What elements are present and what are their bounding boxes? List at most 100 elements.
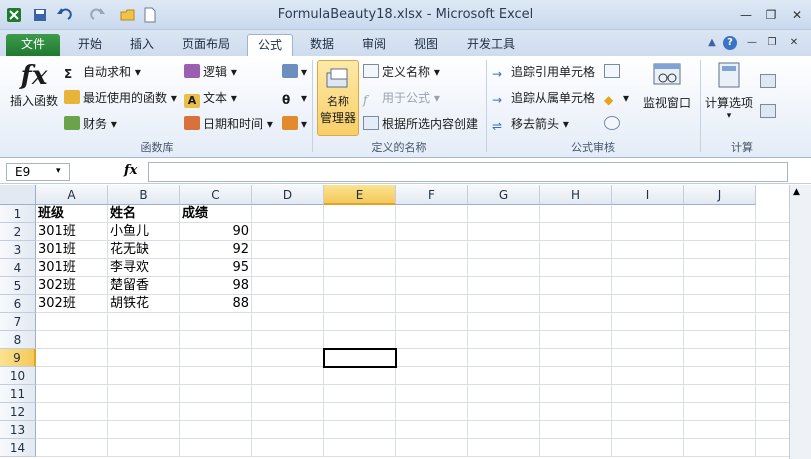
insert-function-icon[interactable]: fx: [124, 163, 137, 178]
group-separator: [700, 60, 701, 152]
cell-a3[interactable]: 301班: [36, 241, 108, 259]
row-header-5[interactable]: 5: [0, 277, 36, 295]
tab-formulas[interactable]: 公式: [247, 34, 293, 57]
row-header-12[interactable]: 12: [0, 403, 36, 421]
cell-b1[interactable]: 姓名: [108, 205, 180, 223]
cell-c2[interactable]: 90: [180, 223, 252, 241]
create-from-selection-label: 根据所选内容创建: [382, 117, 479, 131]
row-header-2[interactable]: 2: [0, 223, 36, 241]
cell-a1[interactable]: 班级: [36, 205, 108, 223]
more-functions-button[interactable]: ▾: [282, 114, 307, 134]
error-checking-button[interactable]: ◆ ▾: [604, 88, 629, 108]
tab-home[interactable]: 开始: [68, 34, 112, 56]
calculate-now-button[interactable]: [760, 72, 779, 92]
calc-options-label: 计算选项: [704, 96, 753, 110]
insert-function-button[interactable]: fx 插入函数: [8, 60, 60, 109]
column-header-d[interactable]: D: [252, 185, 324, 205]
cell-b4[interactable]: 李寻欢: [108, 259, 180, 277]
column-header-f[interactable]: F: [396, 185, 468, 205]
use-in-formula-label: 用于公式: [382, 91, 431, 105]
select-all-corner[interactable]: [0, 185, 36, 205]
row-header-9[interactable]: 9: [0, 349, 36, 367]
name-box-dropdown-icon[interactable]: ▾: [56, 166, 61, 176]
doc-restore-icon[interactable]: ❐: [765, 36, 779, 50]
cell-c1[interactable]: 成绩: [180, 205, 252, 223]
row-header-13[interactable]: 13: [0, 421, 36, 439]
cell-a5[interactable]: 302班: [36, 277, 108, 295]
calculate-sheet-button[interactable]: [760, 102, 779, 122]
name-manager-top-label: 名称: [327, 95, 349, 108]
tab-insert[interactable]: 插入: [120, 34, 164, 56]
autosum-button[interactable]: Σ 自动求和 ▾: [64, 62, 141, 82]
doc-close-icon[interactable]: ✕: [787, 36, 801, 50]
calculator-icon: [702, 60, 756, 94]
use-in-formula-button[interactable]: f 用于公式 ▾: [363, 88, 440, 108]
formula-input[interactable]: [148, 162, 788, 182]
row-header-14[interactable]: 14: [0, 439, 36, 457]
watch-window-button[interactable]: 监视窗口: [640, 60, 694, 111]
row-header-8[interactable]: 8: [0, 331, 36, 349]
tab-view[interactable]: 视图: [404, 34, 448, 56]
tab-developer[interactable]: 开发工具: [456, 34, 526, 56]
show-formulas-button[interactable]: [604, 62, 623, 82]
cell-a6[interactable]: 302班: [36, 295, 108, 313]
help-icon[interactable]: ?: [723, 36, 737, 50]
cell-c3[interactable]: 92: [180, 241, 252, 259]
calc-sheet-icon: [760, 104, 776, 118]
financial-button[interactable]: 财务 ▾: [64, 114, 117, 134]
datetime-button[interactable]: 日期和时间 ▾: [184, 114, 273, 134]
spreadsheet-grid[interactable]: ABCDEFGHIJ 1 2 3 4 5 6 7 8 9 10 11 12 13 14 班级 姓名 成绩 301…: [0, 185, 811, 459]
create-from-selection-button[interactable]: 根据所选内容创建: [363, 114, 478, 134]
text-label: 文本: [203, 91, 228, 105]
column-header-i[interactable]: I: [612, 185, 684, 205]
insert-function-label: 插入函数: [9, 94, 58, 108]
column-header-e[interactable]: E: [324, 185, 396, 205]
column-header-j[interactable]: J: [684, 185, 756, 205]
cell-b5[interactable]: 楚留香: [108, 277, 180, 295]
cell-a4[interactable]: 301班: [36, 259, 108, 277]
calc-options-button[interactable]: 计算选项 ▾: [702, 60, 756, 121]
math-button[interactable]: θ ▾: [282, 88, 307, 108]
column-header-a[interactable]: A: [36, 185, 108, 205]
close-button[interactable]: ✕: [784, 6, 810, 24]
row-header-6[interactable]: 6: [0, 295, 36, 313]
row-header-11[interactable]: 11: [0, 385, 36, 403]
name-manager-button[interactable]: 名称 管理器: [317, 60, 359, 136]
cell-c4[interactable]: 95: [180, 259, 252, 277]
trace-precedents-button[interactable]: → 追踪引用单元格: [492, 62, 595, 82]
remove-arrows-button[interactable]: ⇌ 移去箭头 ▾: [492, 114, 569, 134]
lookup-button[interactable]: ▾: [282, 62, 307, 82]
recent-functions-button[interactable]: 最近使用的函数 ▾: [64, 88, 177, 108]
cell-a2[interactable]: 301班: [36, 223, 108, 241]
row-header-4[interactable]: 4: [0, 259, 36, 277]
ribbon-minimize-icon[interactable]: ▲: [705, 36, 719, 50]
logical-button[interactable]: 逻辑 ▾: [184, 62, 237, 82]
tab-data[interactable]: 数据: [300, 34, 344, 56]
scroll-up-icon[interactable]: ▲: [793, 187, 800, 197]
tab-page-layout[interactable]: 页面布局: [172, 34, 240, 56]
row-header-7[interactable]: 7: [0, 313, 36, 331]
cell-b2[interactable]: 小鱼儿: [108, 223, 180, 241]
row-header-1[interactable]: 1: [0, 205, 36, 223]
column-header-h[interactable]: H: [540, 185, 612, 205]
cell-b6[interactable]: 胡铁花: [108, 295, 180, 313]
trace-dependents-button[interactable]: → 追踪从属单元格: [492, 88, 595, 108]
minimize-button[interactable]: —: [733, 6, 759, 24]
evaluate-formula-button[interactable]: [604, 114, 623, 134]
doc-minimize-icon[interactable]: —: [745, 36, 759, 50]
row-header-3[interactable]: 3: [0, 241, 36, 259]
row-header-10[interactable]: 10: [0, 367, 36, 385]
restore-button[interactable]: ❐: [758, 6, 784, 24]
cell-c5[interactable]: 98: [180, 277, 252, 295]
column-header-b[interactable]: B: [108, 185, 180, 205]
more-books-icon: [282, 116, 298, 130]
cell-c6[interactable]: 88: [180, 295, 252, 313]
cell-b3[interactable]: 花无缺: [108, 241, 180, 259]
vertical-scrollbar[interactable]: ▲: [789, 185, 811, 459]
define-name-button[interactable]: 定义名称 ▾: [363, 62, 440, 82]
column-header-c[interactable]: C: [180, 185, 252, 205]
tab-file[interactable]: 文件: [6, 34, 60, 56]
column-header-g[interactable]: G: [468, 185, 540, 205]
tab-review[interactable]: 审阅: [352, 34, 396, 56]
text-button[interactable]: A 文本 ▾: [184, 88, 237, 108]
